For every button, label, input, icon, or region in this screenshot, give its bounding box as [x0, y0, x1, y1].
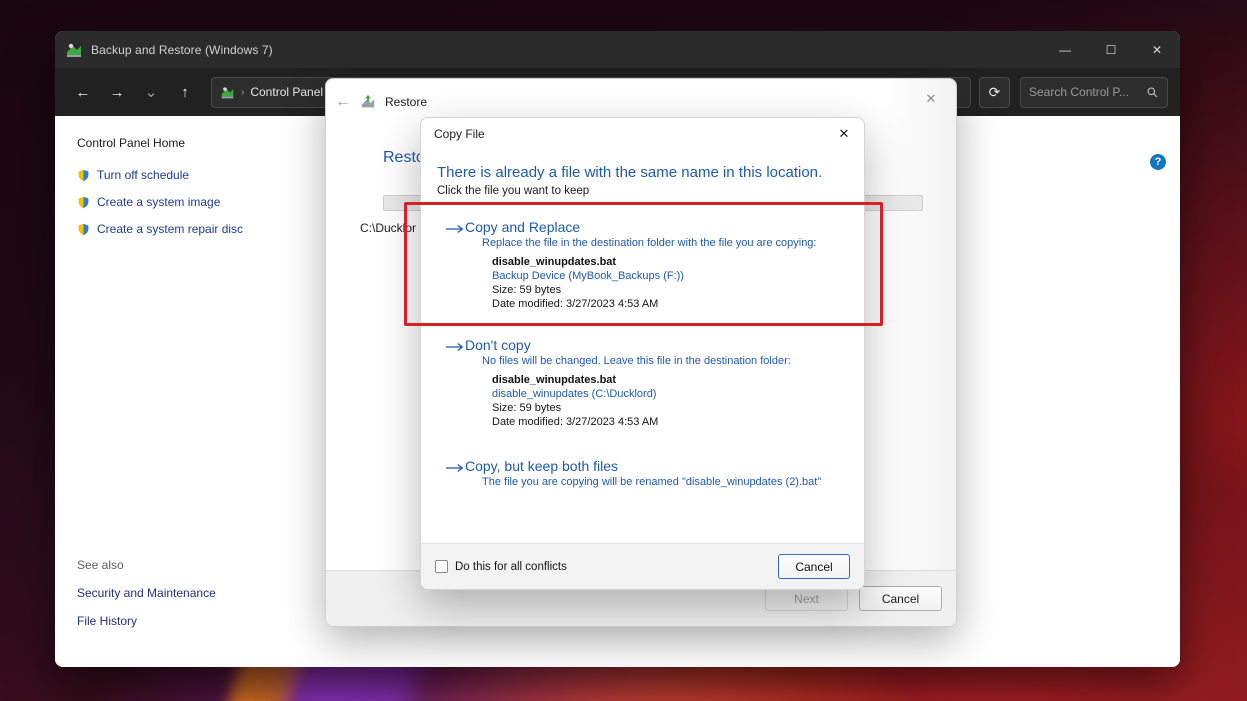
see-also-link-file-history[interactable]: File History — [77, 614, 216, 628]
option-description: No files will be changed. Leave this fil… — [482, 355, 791, 368]
arrow-right-icon — [445, 343, 464, 352]
copy-file-title-label: Copy File — [434, 127, 485, 141]
help-icon[interactable]: ? — [1150, 154, 1166, 170]
conflict-subheading: Click the file you want to keep — [437, 185, 590, 197]
recent-locations-button[interactable]: ⌄ — [135, 76, 167, 108]
sidebar-item-label: Create a system repair disc — [97, 222, 244, 236]
option-location: Backup Device (MyBook_Backups (F:)) — [492, 270, 684, 283]
copy-file-cancel-button[interactable]: Cancel — [778, 554, 850, 579]
see-also-section: See also Security and Maintenance File H… — [77, 558, 216, 642]
do-this-for-all-conflicts-checkbox[interactable]: Do this for all conflicts — [435, 560, 567, 573]
sidebar-item-create-a-system-image[interactable]: Create a system image — [77, 195, 295, 209]
arrow-right-icon — [445, 464, 464, 473]
option-title: Copy and Replace — [465, 219, 581, 235]
conflict-heading: There is already a file with the same na… — [437, 164, 823, 181]
wizard-nav: ← Restore — [326, 86, 427, 118]
option-date-modified: Date modified: 3/27/2023 4:53 AM — [492, 416, 659, 429]
breadcrumb-item-control-panel[interactable]: Control Panel — [250, 85, 323, 99]
shield-icon — [78, 196, 89, 208]
checkbox-box[interactable] — [435, 560, 448, 573]
window-controls: — ☐ ✕ — [1042, 31, 1180, 68]
minimize-button[interactable]: — — [1042, 31, 1088, 68]
wizard-back-button[interactable]: ← — [335, 93, 351, 111]
option-description: Replace the file in the destination fold… — [482, 237, 817, 250]
sidebar-item-turn-off-schedule[interactable]: Turn off schedule — [77, 168, 295, 182]
window-title: Backup and Restore (Windows 7) — [91, 42, 273, 57]
backup-restore-icon — [67, 43, 81, 57]
restore-files-icon — [361, 94, 375, 108]
refresh-button[interactable]: ⟳ — [979, 76, 1010, 108]
arrow-right-icon — [445, 225, 464, 233]
option-size: Size: 59 bytes — [492, 402, 562, 415]
option-copy-and-replace[interactable]: Copy and Replace Replace the file in the… — [445, 219, 864, 310]
window-titlebar: Backup and Restore (Windows 7) — ☐ ✕ — [55, 31, 1180, 68]
option-title: Copy, but keep both files — [465, 458, 619, 475]
option-filename: disable_winupdates.bat — [492, 374, 617, 387]
copy-file-close-button[interactable]: ✕ — [824, 118, 864, 150]
option-title: Don't copy — [465, 337, 531, 354]
sidebar-item-label: Turn off schedule — [97, 168, 190, 182]
see-also-link-security-and-maintenance[interactable]: Security and Maintenance — [77, 586, 216, 600]
maximize-button[interactable]: ☐ — [1088, 31, 1134, 68]
option-filename: disable_winupdates.bat — [492, 256, 617, 269]
breadcrumb-control-panel-icon — [221, 86, 234, 98]
wizard-cancel-button[interactable]: Cancel — [859, 586, 942, 611]
forward-button[interactable]: → — [101, 76, 133, 108]
option-dont-copy[interactable]: Don't copy No files will be changed. Lea… — [445, 337, 864, 428]
copy-file-body: There is already a file with the same na… — [421, 164, 864, 488]
sidebar-item-label: Create a system image — [97, 195, 221, 209]
option-description: The file you are copying will be renamed… — [482, 476, 822, 489]
option-copy-keep-both[interactable]: Copy, but keep both files The file you a… — [445, 458, 864, 488]
option-size: Size: 59 bytes — [492, 284, 562, 297]
copy-file-footer: Do this for all conflicts Cancel — [421, 543, 864, 589]
copy-file-dialog: Copy File ✕ There is already a file with… — [420, 117, 865, 590]
sidebar-item-control-panel-home[interactable]: Control Panel Home — [77, 136, 295, 150]
sidebar-item-create-a-system-repair-disc[interactable]: Create a system repair disc — [77, 222, 295, 236]
back-button[interactable]: ← — [67, 76, 99, 108]
close-button[interactable]: ✕ — [1134, 31, 1180, 68]
option-date-modified: Date modified: 3/27/2023 4:53 AM — [492, 298, 659, 311]
sidebar: Control Panel Home Turn off schedule Cre… — [55, 116, 295, 667]
shield-icon — [78, 223, 89, 235]
search-icon — [1147, 87, 1158, 97]
wizard-title-label: Restore — [385, 95, 428, 109]
search-input[interactable]: Search Control P... — [1020, 76, 1168, 108]
up-button[interactable]: ↑ — [169, 76, 201, 108]
search-placeholder: Search Control P... — [1029, 85, 1129, 99]
checkbox-label: Do this for all conflicts — [455, 560, 567, 573]
see-also-title: See also — [77, 558, 124, 572]
shield-icon — [78, 169, 89, 181]
breadcrumb-separator-1: › — [241, 86, 245, 98]
copy-file-titlebar: Copy File ✕ — [421, 118, 864, 150]
wizard-close-button[interactable]: ✕ — [914, 85, 948, 113]
option-location: disable_winupdates (C:\Ducklord) — [492, 388, 657, 401]
